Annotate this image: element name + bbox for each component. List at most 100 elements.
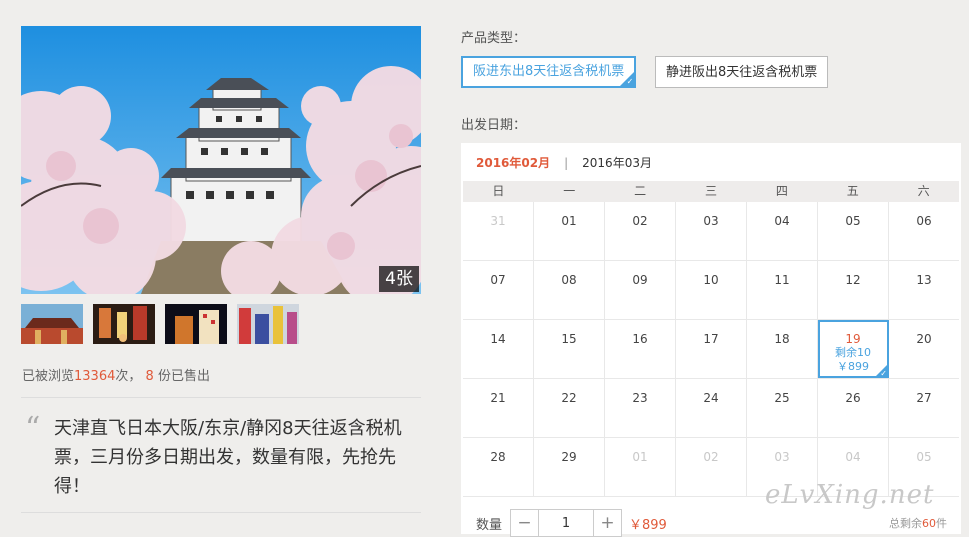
calendar-day[interactable]: 25 xyxy=(747,379,818,437)
calendar-day[interactable]: 07 xyxy=(463,261,534,319)
day-number: 12 xyxy=(845,273,861,287)
calendar-day[interactable]: 04 xyxy=(747,202,818,260)
calendar-day[interactable]: 05 xyxy=(818,202,889,260)
thumbnail-night[interactable] xyxy=(165,304,227,344)
day-number: 11 xyxy=(774,273,790,287)
day-number: 01 xyxy=(561,214,577,228)
month-tabs: 2016年02月 | 2016年03月 xyxy=(476,154,652,171)
calendar-day[interactable]: 22 xyxy=(534,379,605,437)
calendar-week: 07 08 09 10 11 12 13 xyxy=(463,261,959,320)
calendar-day-selected[interactable]: 19 剩余10 ￥899 ✓ xyxy=(818,320,889,378)
day-number: 05 xyxy=(916,450,932,464)
calendar-day[interactable]: 02 xyxy=(605,202,676,260)
calendar-day[interactable]: 27 xyxy=(889,379,959,437)
calendar-week: 31 01 02 03 04 05 06 xyxy=(463,202,959,261)
quantity-input[interactable] xyxy=(538,510,595,536)
weekday-sat: 六 xyxy=(917,184,930,198)
quantity-row: 数量 − + ￥899 xyxy=(476,509,667,537)
calendar-day[interactable]: 01 xyxy=(534,202,605,260)
calendar-day[interactable]: 26 xyxy=(818,379,889,437)
product-type-option-2[interactable]: 静进阪出8天往返含税机票 xyxy=(655,56,829,88)
day-number: 07 xyxy=(490,273,506,287)
total-remaining-prefix: 总剩余 xyxy=(889,517,922,530)
weekday-mon: 一 xyxy=(563,184,576,198)
watermark-logo: eLvXing.net xyxy=(765,480,935,510)
weekday-wed: 三 xyxy=(705,184,718,198)
day-number: 15 xyxy=(561,332,577,346)
calendar-day[interactable]: 28 xyxy=(463,438,534,496)
day-number: 18 xyxy=(774,332,790,346)
calendar-day[interactable]: 20 xyxy=(889,320,959,378)
sold-suffix: 份已售出 xyxy=(157,369,210,384)
day-number: 23 xyxy=(632,391,648,405)
calendar-day: 01 xyxy=(605,438,676,496)
quote-icon: “ xyxy=(25,411,41,446)
day-number: 16 xyxy=(632,332,648,346)
calendar-day[interactable]: 10 xyxy=(676,261,747,319)
month-tab-feb[interactable]: 2016年02月 xyxy=(476,156,550,170)
divider-bottom xyxy=(21,512,421,513)
calendar-day[interactable]: 29 xyxy=(534,438,605,496)
calendar-day[interactable]: 21 xyxy=(463,379,534,437)
view-sold-stats: 已被浏览13364次， 8 份已售出 xyxy=(22,365,210,384)
total-remaining-suffix: 件 xyxy=(936,517,947,530)
calendar-day[interactable]: 03 xyxy=(676,202,747,260)
calendar-day[interactable]: 14 xyxy=(463,320,534,378)
day-number: 25 xyxy=(774,391,790,405)
photo-count-badge: 4张 xyxy=(379,266,419,292)
calendar-day[interactable]: 16 xyxy=(605,320,676,378)
day-number: 08 xyxy=(561,273,577,287)
calendar-day[interactable]: 09 xyxy=(605,261,676,319)
calendar-day[interactable]: 08 xyxy=(534,261,605,319)
day-number: 02 xyxy=(703,450,719,464)
day-number: 31 xyxy=(490,214,506,228)
thumbnail-city[interactable] xyxy=(237,304,299,344)
month-tab-mar[interactable]: 2016年03月 xyxy=(582,156,652,170)
divider-top xyxy=(21,397,421,398)
day-number: 29 xyxy=(561,450,577,464)
weekday-thu: 四 xyxy=(775,184,788,198)
check-icon: ✓ xyxy=(880,369,887,378)
day-number: 10 xyxy=(703,273,719,287)
calendar-day[interactable]: 13 xyxy=(889,261,959,319)
view-count: 13364 xyxy=(74,369,116,384)
day-number: 09 xyxy=(632,273,648,287)
quantity-minus-button[interactable]: − xyxy=(511,510,538,536)
calendar-day[interactable]: 23 xyxy=(605,379,676,437)
product-type-option-2-label: 静进阪出8天往返含税机票 xyxy=(666,65,818,80)
weekday-header: 日 一 二 三 四 五 六 xyxy=(463,181,959,202)
day-number: 22 xyxy=(561,391,577,405)
month-separator: | xyxy=(564,156,569,170)
calendar-day: 31 xyxy=(463,202,534,260)
calendar-day[interactable]: 15 xyxy=(534,320,605,378)
departure-date-label: 出发日期： xyxy=(461,118,527,133)
weekday-sun: 日 xyxy=(492,184,505,198)
day-number: 06 xyxy=(916,214,932,228)
views-suffix: 次， xyxy=(115,369,142,384)
day-number: 03 xyxy=(703,214,719,228)
day-number: 17 xyxy=(703,332,719,346)
calendar-day[interactable]: 12 xyxy=(818,261,889,319)
calendar-day[interactable]: 18 xyxy=(747,320,818,378)
views-prefix: 已被浏览 xyxy=(22,369,75,384)
calendar-day[interactable]: 24 xyxy=(676,379,747,437)
calendar-day[interactable]: 06 xyxy=(889,202,959,260)
total-remaining: 总剩余60件 xyxy=(889,515,947,531)
day-number: 20 xyxy=(916,332,932,346)
calendar-day[interactable]: 17 xyxy=(676,320,747,378)
main-photo[interactable]: 4张 xyxy=(21,26,421,294)
day-number: 04 xyxy=(845,450,861,464)
quantity-label: 数量 xyxy=(476,517,503,533)
day-number: 01 xyxy=(632,450,648,464)
product-type-option-1[interactable]: 阪进东出8天往返含税机票 ✓ xyxy=(461,56,637,88)
unit-price: ￥899 xyxy=(629,517,667,533)
thumbnail-temple[interactable] xyxy=(21,304,83,344)
calendar-day[interactable]: 11 xyxy=(747,261,818,319)
departure-calendar: 2016年02月 | 2016年03月 日 一 二 三 四 五 六 31 01 02… xyxy=(461,143,961,534)
quantity-plus-button[interactable]: + xyxy=(594,510,621,536)
day-number: 13 xyxy=(916,273,932,287)
day-number: 26 xyxy=(845,391,861,405)
calendar-grid: 31 01 02 03 04 05 06 07 08 09 10 11 12 1… xyxy=(463,202,959,497)
thumbnail-street[interactable] xyxy=(93,304,155,344)
day-number: 19 xyxy=(845,332,861,346)
